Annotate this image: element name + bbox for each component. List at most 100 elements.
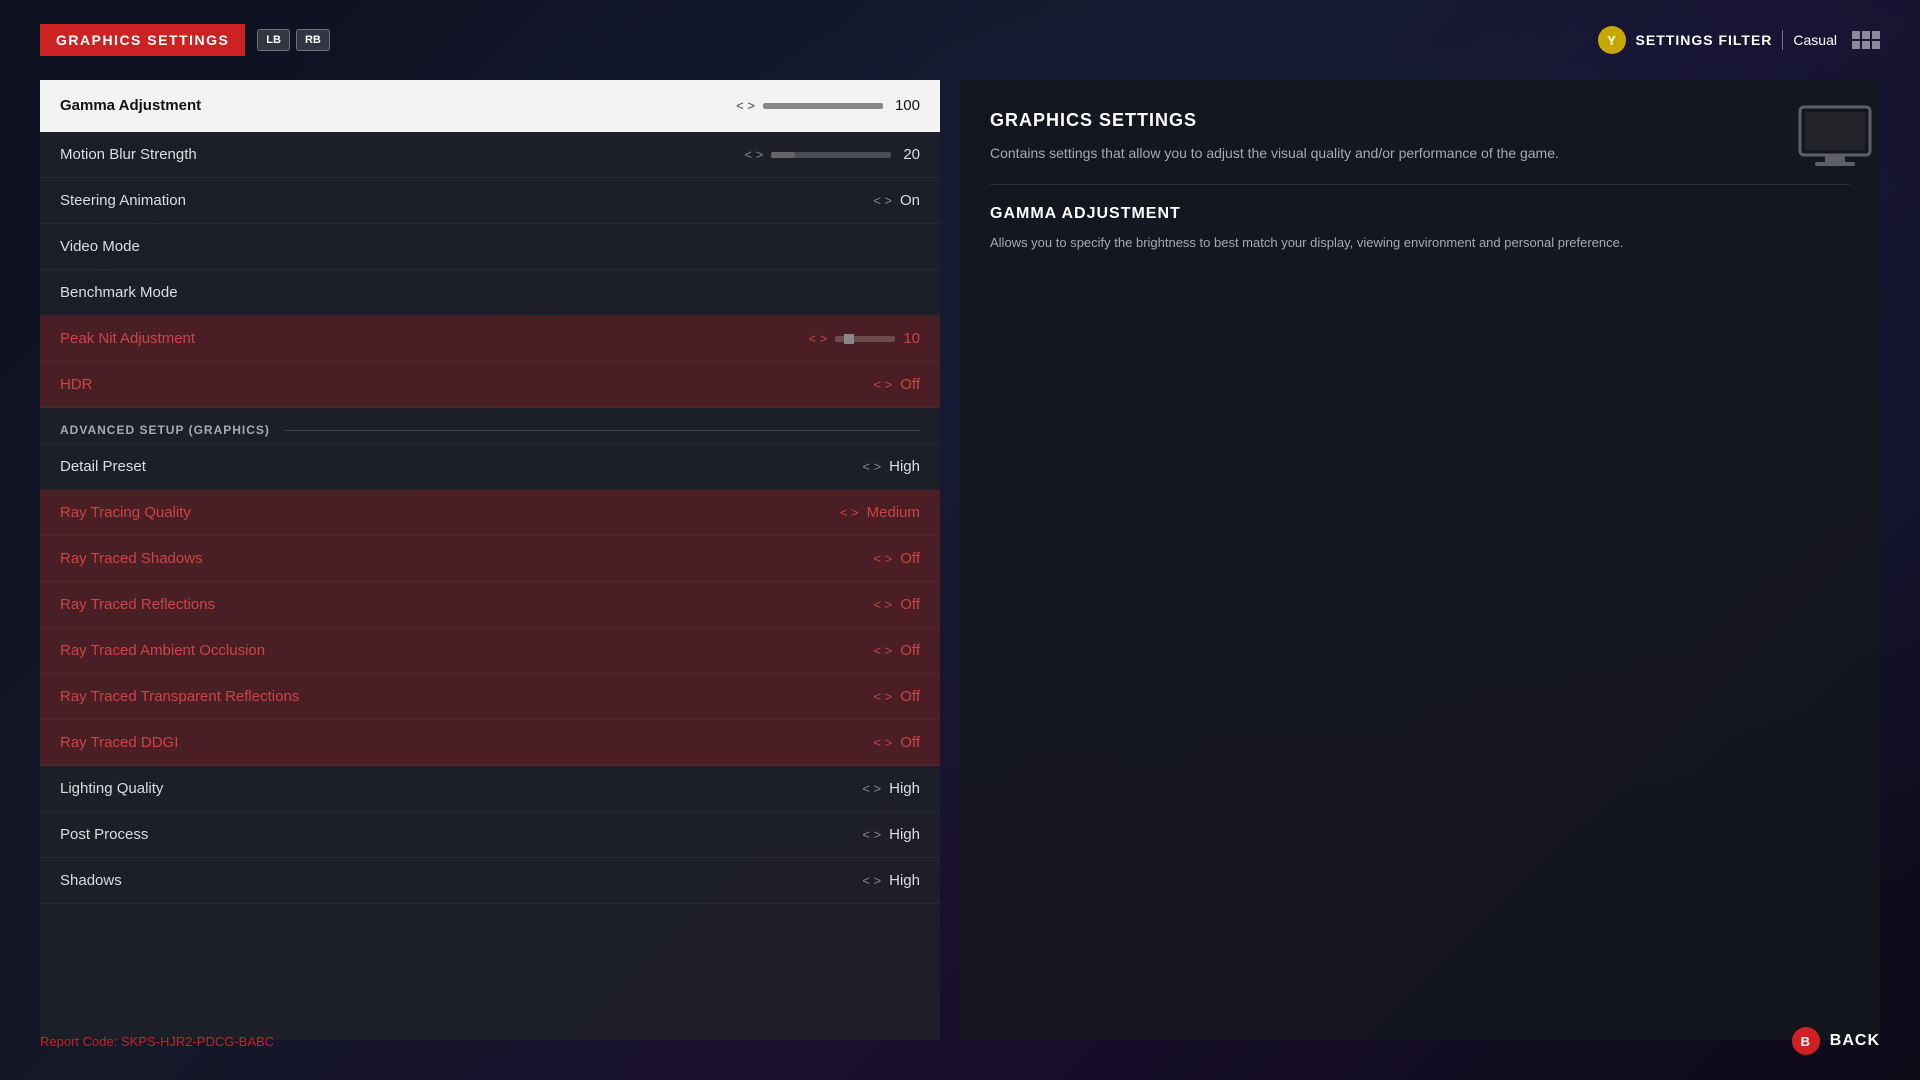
setting-name-detail-preset: Detail Preset xyxy=(60,458,146,475)
filter-divider xyxy=(1782,30,1783,50)
slider-bar-peak-nit xyxy=(835,336,895,342)
content-area: Gamma Adjustment < > 100 Motion Blur Str… xyxy=(0,80,1920,1080)
setting-row-rt-ao[interactable]: Ray Traced Ambient Occlusion < > Off xyxy=(40,628,940,674)
setting-row-detail-preset[interactable]: Detail Preset < > High xyxy=(40,444,940,490)
rt-reflections-value: Off xyxy=(900,596,920,613)
arrows-lighting: < > xyxy=(862,781,881,796)
setting-value-lighting: < > High xyxy=(862,780,920,797)
slider-fill-gamma xyxy=(763,103,883,109)
info-sub-section: GAMMA ADJUSTMENT Allows you to specify t… xyxy=(990,205,1850,253)
setting-row-rt-transparent[interactable]: Ray Traced Transparent Reflections < > O… xyxy=(40,674,940,720)
setting-value-gamma: < > 100 xyxy=(736,97,920,114)
setting-name-benchmark: Benchmark Mode xyxy=(60,284,178,301)
setting-row-hdr[interactable]: HDR < > Off xyxy=(40,362,940,408)
gamma-value: 100 xyxy=(895,97,920,114)
setting-value-shadows: < > High xyxy=(862,872,920,889)
advanced-section-header: ADVANCED SETUP (GRAPHICS) xyxy=(40,408,940,444)
hdr-value: Off xyxy=(900,376,920,393)
arrows-rt-ao: < > xyxy=(873,643,892,658)
setting-row-peak-nit[interactable]: Peak Nit Adjustment < > 10 xyxy=(40,316,940,362)
rb-button[interactable]: RB xyxy=(296,29,330,51)
footer: Report Code: SKPS-HJR2-PDCG-BABC B BACK xyxy=(40,1027,1880,1055)
rt-ddgi-value: Off xyxy=(900,734,920,751)
detail-preset-value: High xyxy=(889,458,920,475)
setting-name-rt-ddgi: Ray Traced DDGI xyxy=(60,734,178,751)
setting-row-gamma[interactable]: Gamma Adjustment < > 100 xyxy=(40,80,940,132)
back-button[interactable]: B BACK xyxy=(1792,1027,1880,1055)
post-process-value: High xyxy=(889,826,920,843)
info-title-section: GRAPHICS SETTINGS Contains settings that… xyxy=(990,110,1850,164)
b-button-icon[interactable]: B xyxy=(1792,1027,1820,1055)
setting-value-rt-transparent: < > Off xyxy=(873,688,920,705)
header: GRAPHICS SETTINGS LB RB Y SETTINGS FILTE… xyxy=(0,0,1920,80)
arrows-rt-reflections: < > xyxy=(873,597,892,612)
setting-name-gamma: Gamma Adjustment xyxy=(60,97,201,114)
rt-ao-value: Off xyxy=(900,642,920,659)
monitor-icon xyxy=(1795,105,1855,155)
header-left: GRAPHICS SETTINGS LB RB xyxy=(40,24,330,56)
main-content: GRAPHICS SETTINGS LB RB Y SETTINGS FILTE… xyxy=(0,0,1920,1080)
setting-value-rt-reflections: < > Off xyxy=(873,596,920,613)
arrows-steering: < > xyxy=(873,193,892,208)
settings-filter[interactable]: Y SETTINGS FILTER Casual xyxy=(1598,26,1837,54)
info-panel: GRAPHICS SETTINGS Contains settings that… xyxy=(960,80,1880,1040)
setting-row-benchmark[interactable]: Benchmark Mode xyxy=(40,270,940,316)
shadows-value: High xyxy=(889,872,920,889)
settings-panel: Gamma Adjustment < > 100 Motion Blur Str… xyxy=(40,80,940,1040)
arrows-post-process: < > xyxy=(862,827,881,842)
page-title: GRAPHICS SETTINGS xyxy=(40,24,245,56)
setting-name-ray-tracing: Ray Tracing Quality xyxy=(60,504,191,521)
setting-row-rt-shadows[interactable]: Ray Traced Shadows < > Off xyxy=(40,536,940,582)
setting-value-peak-nit: < > 10 xyxy=(809,330,920,347)
lighting-value: High xyxy=(889,780,920,797)
setting-row-video-mode[interactable]: Video Mode xyxy=(40,224,940,270)
rt-transparent-value: Off xyxy=(900,688,920,705)
setting-value-hdr: < > Off xyxy=(873,376,920,393)
setting-row-steering[interactable]: Steering Animation < > On xyxy=(40,178,940,224)
setting-name-post-process: Post Process xyxy=(60,826,148,843)
setting-row-post-process[interactable]: Post Process < > High xyxy=(40,812,940,858)
setting-value-rt-ddgi: < > Off xyxy=(873,734,920,751)
rt-shadows-value: Off xyxy=(900,550,920,567)
setting-row-ray-tracing[interactable]: Ray Tracing Quality < > Medium xyxy=(40,490,940,536)
setting-row-lighting[interactable]: Lighting Quality < > High xyxy=(40,766,940,812)
arrows-shadows: < > xyxy=(862,873,881,888)
slider-bar-motion xyxy=(771,152,891,158)
setting-value-ray-tracing: < > Medium xyxy=(840,504,920,521)
setting-row-rt-ddgi[interactable]: Ray Traced DDGI < > Off xyxy=(40,720,940,766)
advanced-section-label: ADVANCED SETUP (GRAPHICS) xyxy=(60,423,270,437)
setting-name-shadows: Shadows xyxy=(60,872,122,889)
info-sub-title: GAMMA ADJUSTMENT xyxy=(990,205,1850,223)
setting-name-rt-ao: Ray Traced Ambient Occlusion xyxy=(60,642,265,659)
ray-tracing-value: Medium xyxy=(867,504,920,521)
back-label: BACK xyxy=(1830,1032,1880,1050)
arrows-rt-ddgi: < > xyxy=(873,735,892,750)
arrows-rt-transparent: < > xyxy=(873,689,892,704)
setting-value-post-process: < > High xyxy=(862,826,920,843)
steering-value: On xyxy=(900,192,920,209)
info-description: Contains settings that allow you to adju… xyxy=(990,143,1850,164)
info-divider xyxy=(990,184,1850,185)
arrows-peak-nit: < > xyxy=(809,331,828,346)
setting-name-hdr: HDR xyxy=(60,376,93,393)
setting-name-steering: Steering Animation xyxy=(60,192,186,209)
setting-name-video-mode: Video Mode xyxy=(60,238,140,255)
setting-value-steering: < > On xyxy=(873,192,920,209)
slider-fill-motion xyxy=(771,152,795,158)
setting-name-rt-transparent: Ray Traced Transparent Reflections xyxy=(60,688,299,705)
slider-dot-peak-nit xyxy=(844,334,854,344)
arrows-detail-preset: < > xyxy=(862,459,881,474)
setting-name-rt-reflections: Ray Traced Reflections xyxy=(60,596,215,613)
setting-value-rt-shadows: < > Off xyxy=(873,550,920,567)
lb-button[interactable]: LB xyxy=(257,29,290,51)
arrows-motion-blur: < > xyxy=(745,147,764,162)
nav-buttons: LB RB xyxy=(257,29,330,51)
setting-row-shadows[interactable]: Shadows < > High xyxy=(40,858,940,904)
slider-motion xyxy=(771,152,891,158)
info-sub-description: Allows you to specify the brightness to … xyxy=(990,233,1850,253)
peak-nit-value: 10 xyxy=(903,330,920,347)
y-button[interactable]: Y xyxy=(1598,26,1626,54)
setting-row-rt-reflections[interactable]: Ray Traced Reflections < > Off xyxy=(40,582,940,628)
setting-row-motion-blur[interactable]: Motion Blur Strength < > 20 xyxy=(40,132,940,178)
filter-value: Casual xyxy=(1793,32,1837,48)
